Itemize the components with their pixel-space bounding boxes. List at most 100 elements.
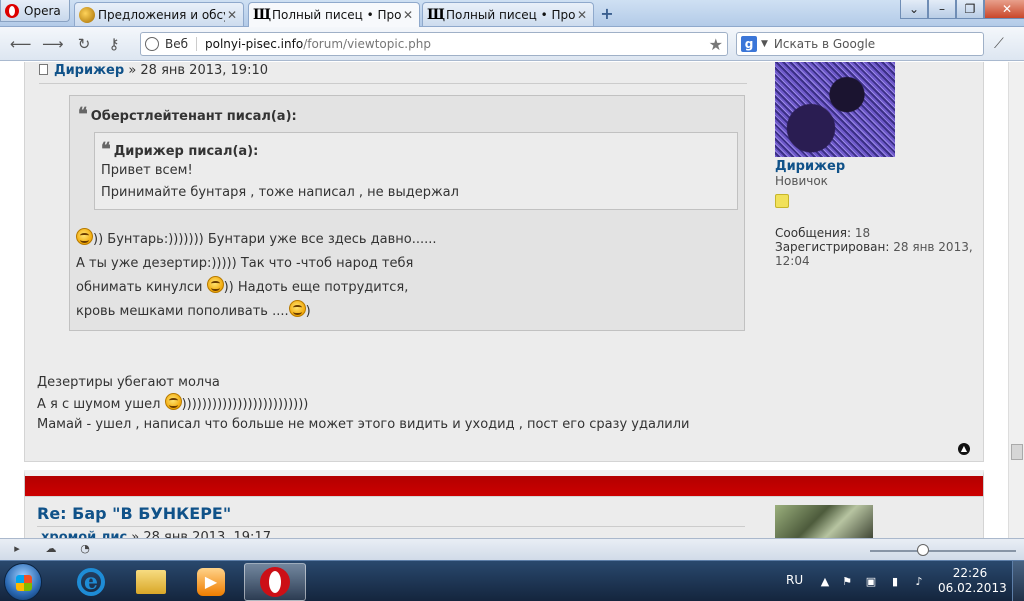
author-profile: Дирижер Новичок Сообщения: 18 Зарегистри… [775, 62, 975, 268]
close-window-icon[interactable]: ✕ [984, 0, 1024, 19]
quote-icon: ❝ [101, 139, 111, 160]
taskbar: e ▶ RU ▲ ⚑ ▣ ▮ ♪ 22:26 06.02.2013 [0, 560, 1024, 601]
scrollbar-thumb[interactable] [1011, 444, 1023, 460]
volume-icon[interactable]: ♪ [912, 575, 926, 589]
post-line-text: А я с шумом ушел [37, 397, 165, 412]
tab-polnyi-pisec-active[interactable]: Щ Полный писец • Прос... ✕ [248, 2, 420, 27]
quote-author: Оберстлейтенант писал(а): [90, 109, 297, 124]
device-icon[interactable]: ▣ [864, 575, 878, 589]
tab-title: Полный писец • Прос... [446, 7, 575, 22]
post-line-text: ))))))))))))))))))))))))) [181, 397, 309, 412]
forward-arrow-icon[interactable]: ⟶ [42, 35, 64, 53]
close-tab-icon[interactable]: ✕ [401, 8, 415, 22]
address-field[interactable]: Веб polnyi-pisec.info/forum/viewtopic.ph… [140, 32, 728, 56]
cloud-icon[interactable]: ☁ [44, 543, 58, 555]
new-tab-icon[interactable]: + [598, 5, 616, 23]
close-tab-icon[interactable]: ✕ [225, 8, 239, 22]
taskbar-explorer[interactable] [120, 563, 182, 601]
tools-icon[interactable]: ⟋ [994, 36, 1004, 52]
tab-title: Предложения и обсу... [98, 7, 225, 22]
smiley-icon [164, 393, 182, 410]
post-count-label: Сообщения: [775, 226, 852, 240]
taskbar-internet-explorer[interactable]: e [60, 563, 122, 601]
network-icon[interactable]: ▮ [888, 575, 902, 589]
action-center-icon[interactable]: ⚑ [840, 575, 854, 589]
search-placeholder: Искать в Google [773, 37, 876, 51]
post-date: » 28 янв 2013, 19:10 [128, 63, 268, 78]
post-date: » 28 янв 2013, 19:17 [131, 530, 271, 538]
avatar[interactable] [775, 505, 873, 538]
divider [39, 83, 747, 84]
post-content: Дезертиры убегают молча А я с шумом ушел… [37, 373, 757, 435]
tab-list-icon[interactable]: ⌄ [900, 0, 928, 19]
tab-forum-proposals[interactable]: Предложения и обсу... ✕ [74, 2, 244, 26]
clock-date: 06.02.2013 [938, 581, 1007, 595]
quote-author: Дирижер писал(а): [113, 144, 259, 159]
restore-icon[interactable]: ❐ [956, 0, 984, 19]
quote-line: Привет всем! [101, 163, 193, 178]
taskbar-media-player[interactable]: ▶ [180, 563, 242, 601]
quote-line: Принимайте бунтаря , тоже написал , не в… [101, 185, 459, 200]
opera-icon [260, 567, 290, 597]
back-arrow-icon[interactable]: ⟵ [10, 35, 32, 53]
window-controls: ⌄ – ❐ ✕ [900, 0, 1024, 20]
quote-line-text: А ты уже дезертир:))))) Так что -чтоб на… [76, 256, 414, 271]
pp-favicon-icon: Щ [253, 7, 272, 23]
reload-icon[interactable]: ↻ [74, 35, 94, 53]
avatar[interactable] [775, 62, 895, 157]
google-icon: g [741, 36, 757, 52]
vertical-scrollbar[interactable] [1008, 62, 1024, 538]
key-icon[interactable]: ⚷ [104, 35, 124, 53]
nested-quote-block: ❝ Дирижер писал(а): Привет всем! Принимай… [94, 132, 738, 210]
panel-toggle-icon[interactable]: ▸ [10, 543, 24, 555]
post-author-line: хромой лис » 28 янв 2013, 19:17 [41, 530, 271, 538]
internet-explorer-icon: e [77, 568, 105, 596]
taskbar-opera[interactable] [244, 563, 306, 601]
quote-icon: ❝ [78, 104, 88, 125]
quote-line-text: ) [305, 304, 311, 319]
globe-icon [145, 37, 159, 51]
quote-line-text: обнимать кинулси [76, 280, 207, 295]
rank-badge-icon [775, 194, 789, 208]
forum-favicon-icon [79, 6, 95, 23]
quote-line: кровь мешками пополивать ....) [76, 300, 736, 324]
minimize-icon[interactable]: – [928, 0, 956, 19]
tray-arrow-icon[interactable]: ▲ [818, 575, 832, 589]
bookmark-star-icon[interactable]: ★ [709, 35, 723, 54]
start-button[interactable] [4, 563, 42, 601]
back-to-top-icon[interactable]: ▲ [958, 443, 970, 455]
post-icon[interactable] [39, 64, 48, 75]
tab-polnyi-pisec[interactable]: Щ Полный писец • Прос... ✕ [422, 2, 594, 26]
close-tab-icon[interactable]: ✕ [575, 8, 589, 22]
post-separator-bar [24, 470, 984, 496]
post-author[interactable]: Дирижер [54, 63, 124, 78]
tab-bar: Opera Предложения и обсу... ✕ Щ Полный п… [0, 0, 1024, 27]
opera-logo-icon [5, 3, 19, 18]
post-count: Сообщения: 18 [775, 226, 975, 240]
search-field[interactable]: g ▼ Искать в Google [736, 32, 984, 56]
quote-text: )) Бунтарь:))))))) Бунтари уже все здесь… [76, 228, 736, 324]
registration-label: Зарегистрирован: [775, 240, 890, 254]
forum-post: Re: Бар "В БУНКЕРЕ" хромой лис » 28 янв … [24, 496, 984, 538]
language-indicator[interactable]: RU [786, 573, 803, 601]
post-title[interactable]: Re: Бар "В БУНКЕРЕ" [37, 504, 231, 523]
chevron-down-icon[interactable]: ▼ [761, 39, 768, 49]
quote-line-text: )) Бунтарь:))))))) Бунтари уже все здесь… [93, 232, 437, 247]
post-author[interactable]: хромой лис [41, 530, 127, 538]
system-clock[interactable]: 22:26 06.02.2013 [938, 566, 1007, 596]
zoom-slider[interactable] [870, 550, 1016, 552]
opera-menu-button[interactable]: Opera [0, 0, 70, 22]
page-viewport: Дирижер » 28 янв 2013, 19:10 ❝ Оберстлейт… [0, 62, 1008, 538]
speed-dial-icon[interactable]: ◔ [78, 543, 92, 555]
nested-quote-header: ❝ Дирижер писал(а): [101, 139, 731, 160]
profile-username[interactable]: Дирижер [775, 159, 975, 174]
quote-line: А ты уже дезертир:))))) Так что -чтоб на… [76, 252, 736, 276]
tab-title: Полный писец • Прос... [272, 8, 401, 22]
registration: Зарегистрирован: 28 янв 2013, 12:04 [775, 240, 975, 268]
quote-block: ❝ Оберстлейтенант писал(а): ❝ Дирижер писа… [69, 95, 745, 331]
forum-post: Дирижер » 28 янв 2013, 19:10 ❝ Оберстлейт… [24, 62, 984, 462]
scheme-label: Веб [165, 37, 198, 51]
status-bar: ▸ ☁ ◔ [0, 538, 1024, 560]
show-desktop-button[interactable] [1012, 561, 1024, 601]
zoom-slider-knob[interactable] [917, 544, 929, 556]
